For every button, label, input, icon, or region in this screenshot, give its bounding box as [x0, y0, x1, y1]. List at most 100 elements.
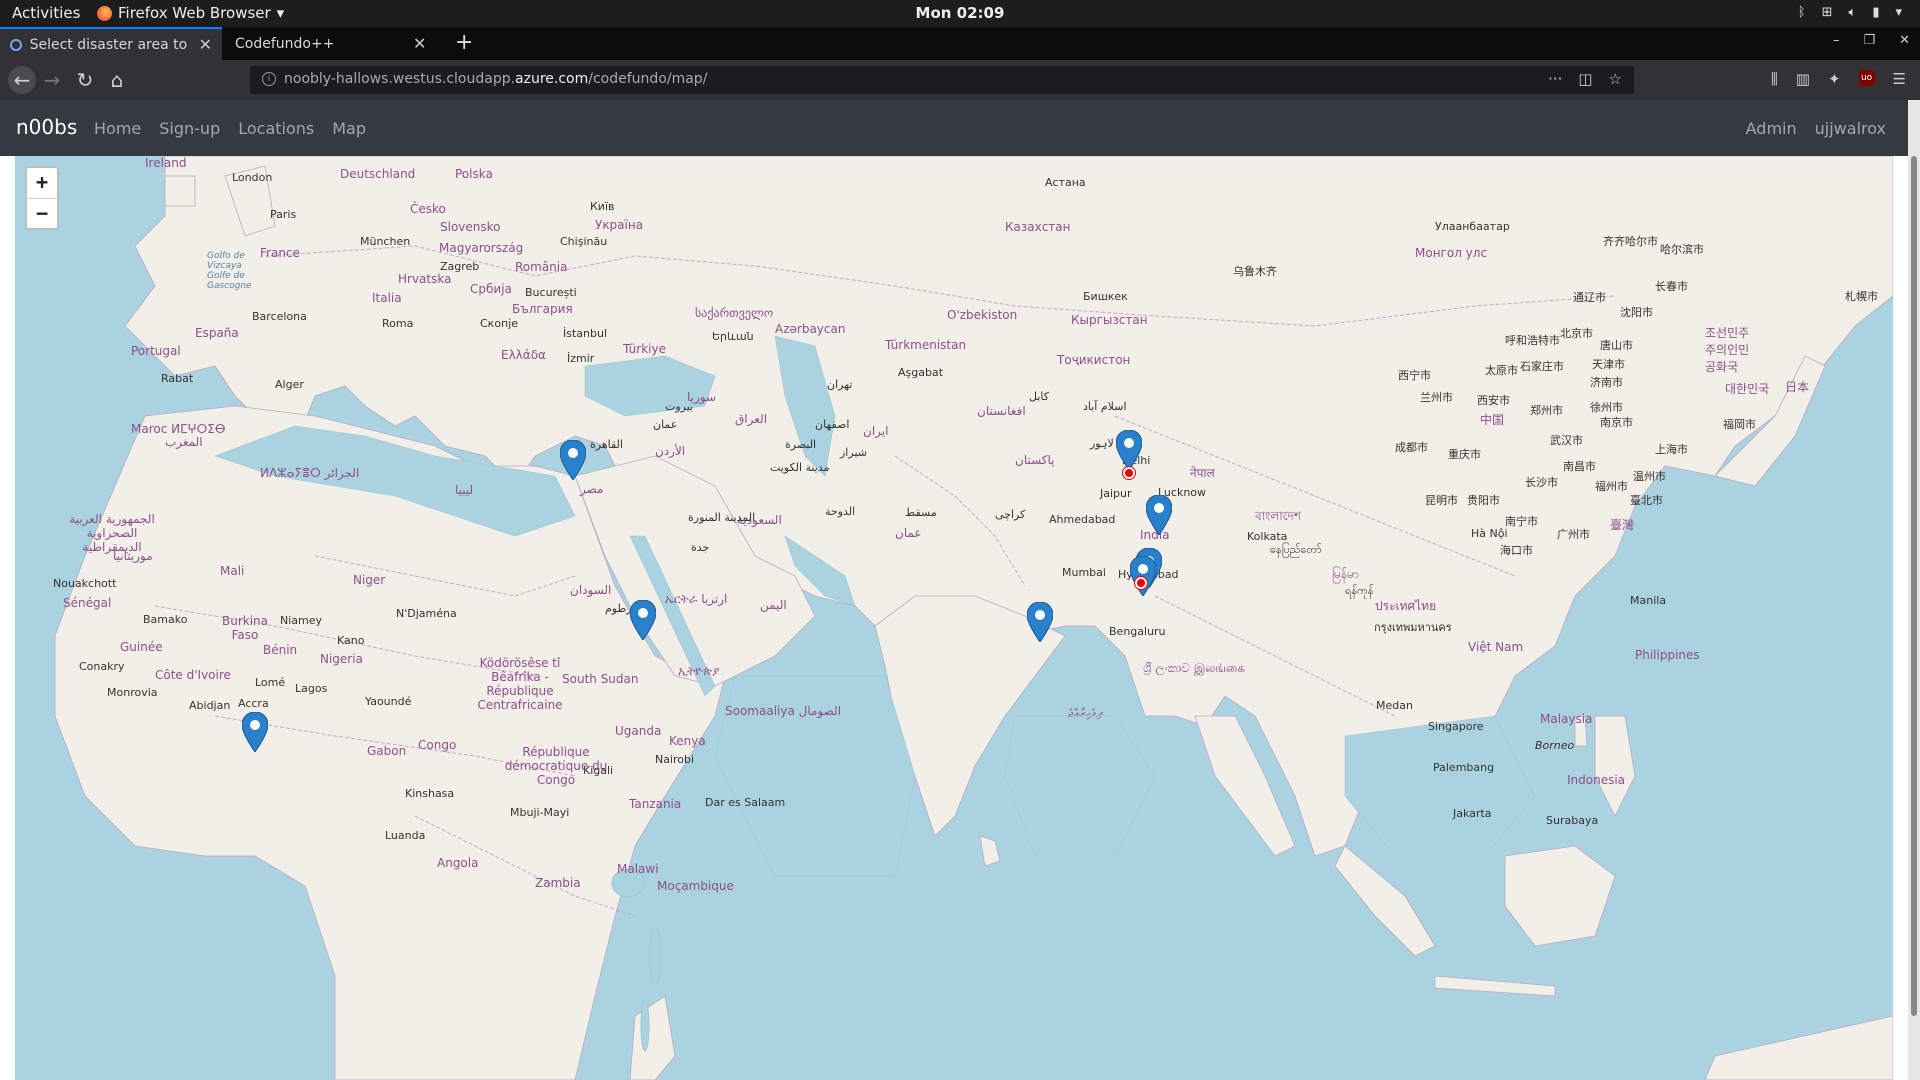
map-label: 广州市: [1557, 528, 1590, 541]
map-label: الأردن: [655, 444, 686, 458]
close-window-icon[interactable]: ✕: [1899, 33, 1910, 48]
back-icon[interactable]: ←: [8, 66, 36, 94]
map-label: नेपाल: [1190, 466, 1215, 480]
map-label: 대한민국: [1725, 382, 1770, 396]
close-tab-icon[interactable]: ✕: [199, 35, 212, 54]
map-label: Lagos: [295, 682, 328, 695]
map-label: 海口市: [1500, 544, 1533, 557]
web-page: n00bs Home Sign-up Locations Map Admin u…: [0, 100, 1920, 1080]
reload-icon[interactable]: ↻: [73, 68, 97, 92]
map-label: N'Djaména: [396, 607, 457, 620]
location-marker[interactable]: [1130, 556, 1156, 596]
map-label: 乌鲁木齐: [1233, 265, 1277, 278]
minimize-icon[interactable]: –: [1833, 33, 1840, 48]
home-icon[interactable]: ⌂: [105, 68, 129, 92]
nav-user[interactable]: ujjwalrox: [1815, 119, 1886, 138]
map-label: المغرب: [165, 435, 203, 449]
bluetooth-icon: ᛒ: [1797, 5, 1806, 20]
ublock-icon[interactable]: uo: [1858, 70, 1875, 86]
zoom-in-button[interactable]: +: [27, 168, 57, 198]
map-label: Portugal: [131, 344, 181, 358]
window-controls: – ❐ ✕: [1833, 33, 1910, 48]
pocket-icon[interactable]: ◫: [1578, 70, 1592, 88]
page-scrollbar[interactable]: [1908, 100, 1920, 1080]
map-label: Abidjan: [189, 699, 231, 712]
map-label: Việt Nam: [1468, 640, 1524, 654]
selected-point-dot[interactable]: [1135, 577, 1147, 589]
library-icon[interactable]: ⫼: [1771, 70, 1778, 88]
sidebar-icon[interactable]: ▥: [1796, 70, 1810, 88]
selected-point-dot[interactable]: [1123, 467, 1135, 479]
map-label: 太原市: [1485, 364, 1518, 377]
nav-locations[interactable]: Locations: [238, 119, 314, 138]
map-label: Sénégal: [63, 596, 112, 610]
map-label: Polska: [455, 167, 493, 181]
page-actions: ··· ◫ ☆: [1548, 70, 1622, 88]
location-marker[interactable]: [630, 600, 656, 640]
site-info-icon[interactable]: i: [262, 72, 276, 86]
map-label: 西安市: [1477, 394, 1510, 407]
map-label: ประเทศไทย: [1375, 599, 1437, 613]
tab-title: Codefundo++: [235, 35, 335, 52]
new-tab-icon[interactable]: +: [455, 30, 473, 55]
nav-admin[interactable]: Admin: [1746, 119, 1797, 138]
map-label: 札幌市: [1845, 290, 1878, 303]
tab-codefundo[interactable]: Codefundo++ ✕: [225, 27, 447, 60]
map-label: Монгол улс: [1415, 246, 1488, 260]
map-label: Paris: [270, 208, 297, 221]
map-view[interactable]: Ireland London Deutschland Polska Paris …: [15, 156, 1893, 1080]
map-label: Kano: [337, 634, 365, 647]
map-label: España: [195, 326, 239, 340]
close-tab-icon[interactable]: ✕: [413, 34, 426, 53]
navigation-toolbar: ← → ↻ ⌂ i noobly-hallows.westus.cloudapp…: [0, 60, 1920, 100]
map-label: اليمن: [760, 598, 787, 612]
map-label: 조선민주주의인민공화국: [1705, 326, 1750, 374]
scrollbar-thumb[interactable]: [1911, 156, 1917, 1016]
nav-signup[interactable]: Sign-up: [159, 119, 220, 138]
tab-select-disaster[interactable]: Select disaster area to c ✕: [0, 27, 222, 60]
map-label: Guinée: [120, 640, 163, 654]
map-label: Deutschland: [340, 167, 416, 181]
address-bar[interactable]: i noobly-hallows.westus.cloudapp.azure.c…: [250, 66, 1634, 94]
map-label: 中国: [1480, 413, 1505, 427]
map-label: Surabaya: [1546, 814, 1599, 827]
hamburger-menu-icon[interactable]: ☰: [1893, 70, 1906, 88]
restore-icon[interactable]: ❐: [1863, 33, 1875, 48]
map-label: နေပြည်တော်: [1270, 543, 1322, 556]
site-brand[interactable]: n00bs: [16, 115, 77, 139]
extension-icon[interactable]: ✦: [1828, 70, 1841, 88]
map-label: Uganda: [615, 724, 662, 738]
map-label: Україна: [595, 218, 644, 232]
map-label: المدينة المنورة: [688, 511, 756, 524]
map-label: اصفهان: [815, 418, 850, 431]
bookmark-star-icon[interactable]: ☆: [1609, 70, 1622, 88]
map-label: کابل: [1029, 390, 1049, 403]
map-label: القاهرة: [590, 438, 623, 451]
location-marker[interactable]: [1027, 602, 1053, 642]
nav-map[interactable]: Map: [332, 119, 366, 138]
map-label: 重庆市: [1448, 448, 1481, 461]
url-text[interactable]: noobly-hallows.westus.cloudapp.azure.com…: [284, 71, 707, 87]
zoom-out-button[interactable]: −: [27, 198, 57, 228]
more-actions-icon[interactable]: ···: [1548, 70, 1562, 88]
location-marker[interactable]: [1116, 430, 1142, 470]
map-label: München: [360, 235, 411, 248]
map-label: Ködörösêse tî Bêafrîka - République Cent…: [477, 656, 563, 712]
map-label: 福州市: [1595, 480, 1628, 493]
map-label: 哈尔滨市: [1660, 243, 1704, 256]
location-marker[interactable]: [560, 440, 586, 480]
map-label: 呼和浩特市: [1505, 334, 1560, 347]
map-label: বাংলাদেশ: [1255, 509, 1301, 523]
system-tray[interactable]: ᛒ ⊞ 🔈︎ ▮ ▾: [1798, 5, 1902, 20]
map-label: Magyarország: [439, 241, 524, 255]
clock[interactable]: Mon 02:09: [0, 4, 1920, 22]
location-marker[interactable]: [242, 712, 268, 752]
map-label: Azərbaycan: [775, 322, 846, 336]
nav-home[interactable]: Home: [94, 119, 141, 138]
map-label: Mumbai: [1062, 566, 1106, 579]
map-label: 南昌市: [1563, 460, 1596, 473]
location-marker[interactable]: [1146, 495, 1172, 535]
map-label: 温州市: [1633, 470, 1666, 483]
map-label: London: [232, 171, 273, 184]
forward-icon[interactable]: →: [40, 68, 64, 92]
